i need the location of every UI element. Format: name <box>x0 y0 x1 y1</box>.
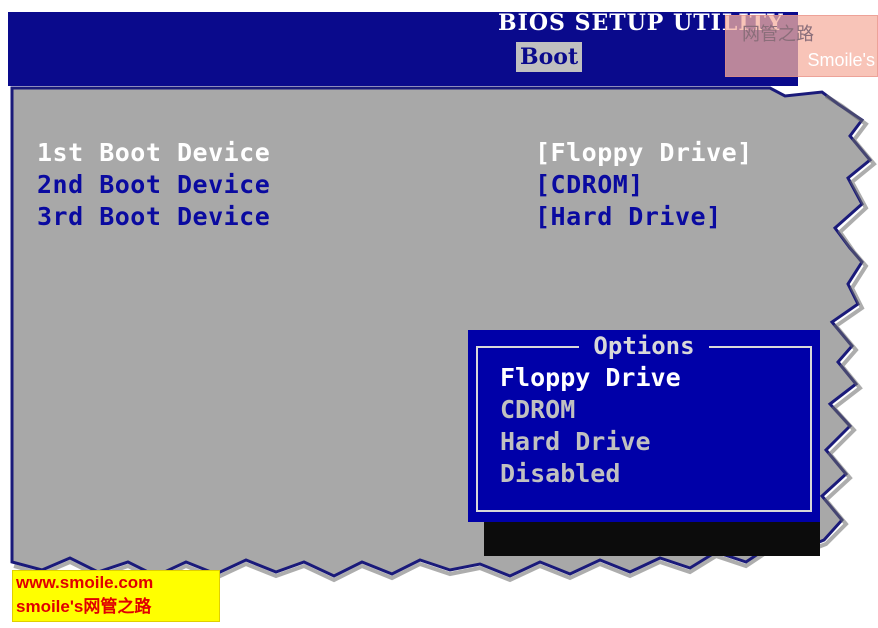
boot-device-3-value[interactable]: [Hard Drive] <box>535 202 722 232</box>
option-item-floppy-drive[interactable]: Floppy Drive <box>500 362 681 394</box>
tab-boot[interactable]: Boot <box>516 42 583 72</box>
watermark-site-name: smoile's网管之路 <box>16 597 152 616</box>
watermark-badge-bottom: www.smoile.com smoile's网管之路 <box>12 570 220 622</box>
options-popup: Options Floppy Drive CDROM Hard Drive Di… <box>468 330 820 522</box>
watermark-cn-text: 网管之路 <box>742 24 814 45</box>
options-title-wrap: Options <box>468 331 820 364</box>
boot-device-2-label[interactable]: 2nd Boot Device <box>37 170 270 200</box>
options-popup-shadow <box>484 522 820 556</box>
watermark-en-text: Smoile's <box>807 50 875 70</box>
watermark-url: www.smoile.com <box>16 573 154 592</box>
boot-device-1-value[interactable]: [Floppy Drive] <box>535 138 753 168</box>
boot-device-2-value[interactable]: [CDROM] <box>535 170 644 200</box>
option-item-disabled[interactable]: Disabled <box>500 458 620 490</box>
boot-device-1-label[interactable]: 1st Boot Device <box>37 138 270 168</box>
option-item-cdrom[interactable]: CDROM <box>500 394 575 426</box>
options-title: Options <box>579 332 709 360</box>
watermark-logo-top: 网管之路 Smoile's <box>725 15 878 77</box>
option-item-hard-drive[interactable]: Hard Drive <box>500 426 651 458</box>
boot-device-3-label[interactable]: 3rd Boot Device <box>37 202 270 232</box>
